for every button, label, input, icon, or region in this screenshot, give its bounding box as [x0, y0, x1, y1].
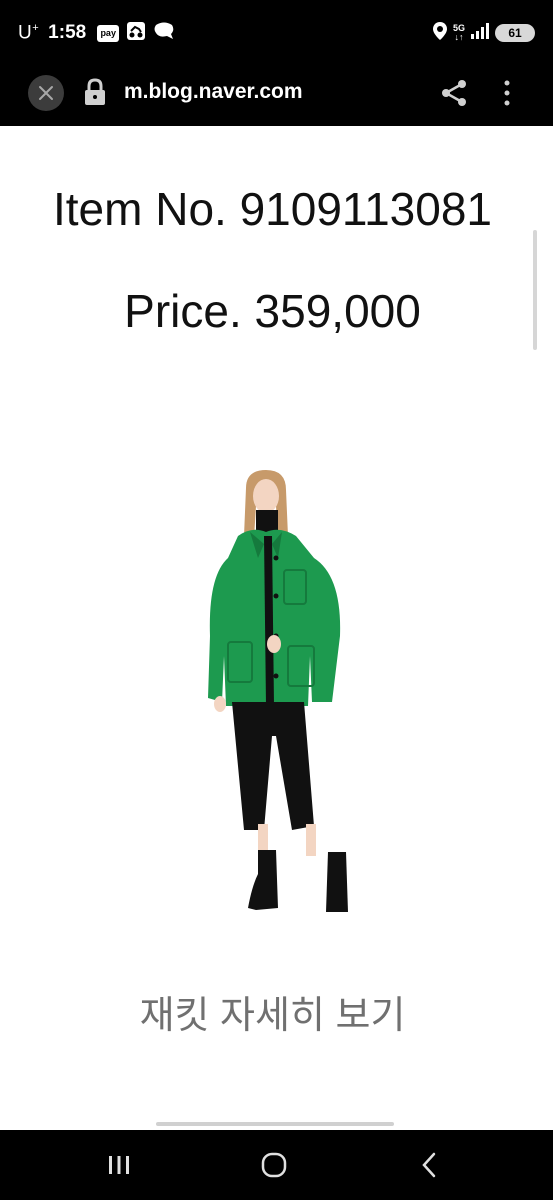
carrier-label: U+	[18, 21, 40, 44]
messenger-icon	[153, 21, 175, 46]
close-icon	[39, 86, 53, 100]
more-vertical-icon	[504, 80, 510, 106]
bottom-handle	[156, 1122, 394, 1126]
clock: 1:58	[48, 22, 87, 43]
home-icon	[261, 1152, 287, 1178]
home-button[interactable]	[259, 1150, 289, 1180]
status-right: 5G ↓↑ 61	[432, 20, 535, 46]
close-tab-button[interactable]	[28, 75, 64, 111]
share-icon	[442, 80, 466, 106]
status-left: U+ 1:58 pay	[18, 20, 175, 46]
status-bar: U+ 1:58 pay 5G ↓↑ 61	[0, 0, 553, 64]
item-number: Item No. 9109113081	[52, 183, 493, 235]
network-5g-icon: 5G ↓↑	[452, 23, 465, 42]
location-icon	[432, 21, 447, 45]
more-menu-button[interactable]	[494, 78, 520, 108]
share-button[interactable]	[440, 78, 470, 108]
scrollbar[interactable]	[533, 230, 537, 350]
back-icon	[422, 1152, 436, 1178]
browser-toolbar: m.blog.naver.com	[0, 64, 553, 126]
delivery-icon	[126, 21, 146, 46]
recent-apps-icon	[109, 1156, 129, 1174]
battery-icon: 61	[495, 24, 535, 42]
price: Price. 359,000	[124, 285, 421, 337]
url-text[interactable]: m.blog.naver.com	[124, 80, 303, 104]
back-button[interactable]	[414, 1150, 444, 1180]
product-image[interactable]	[192, 466, 362, 926]
pay-icon: pay	[97, 24, 120, 42]
signal-icon	[471, 22, 489, 44]
jacket-detail-link[interactable]: 재킷 자세히 보기	[0, 984, 545, 1039]
page-content: Item No. 9109113081 Price. 359,000 재킷 자세…	[0, 126, 553, 1130]
navigation-bar	[0, 1130, 553, 1200]
battery-level: 61	[508, 26, 522, 40]
lock-icon[interactable]	[84, 78, 106, 111]
recent-apps-button[interactable]	[104, 1150, 134, 1180]
